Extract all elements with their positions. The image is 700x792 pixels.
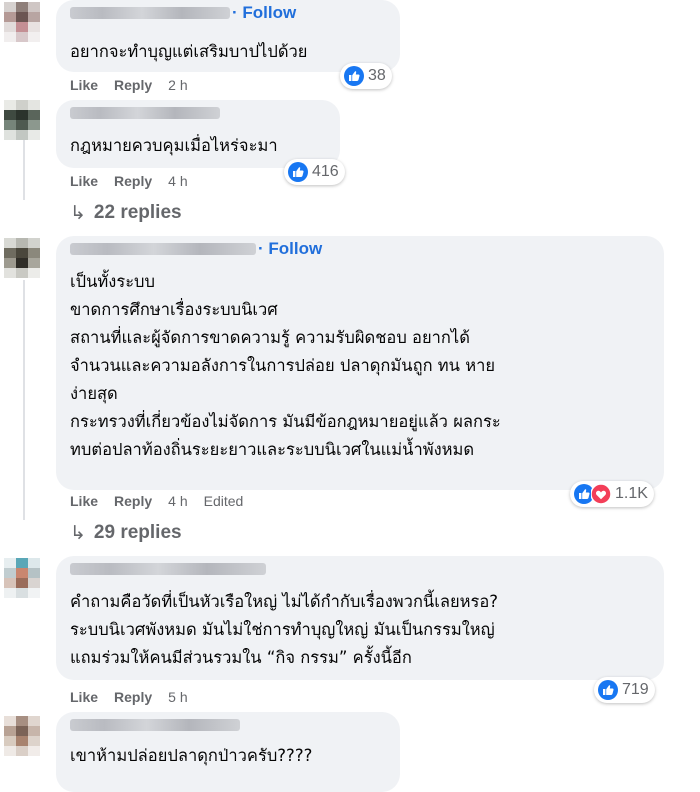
timestamp[interactable]: 4 h <box>168 493 187 509</box>
reply-arrow-icon: ↳ <box>70 202 86 224</box>
view-replies-link[interactable]: ↳ 29 replies <box>70 521 182 545</box>
comment-text: คำถามคือวัดที่เป็นหัวเรือใหญ่ ไม่ได้กำกั… <box>70 592 499 667</box>
comment-text: อยากจะทำบุญแต่เสริมบาปไปด้วย <box>70 42 308 61</box>
reply-button[interactable]: Reply <box>114 493 152 509</box>
reply-button[interactable]: Reply <box>114 173 152 189</box>
comment-bubble: คำถามคือวัดที่เป็นหัวเรือใหญ่ ไม่ได้กำกั… <box>56 556 664 680</box>
avatar[interactable] <box>4 2 42 42</box>
commenter-name[interactable] <box>70 562 266 576</box>
reaction-badge[interactable]: 38 <box>340 63 392 89</box>
edited-label: Edited <box>203 493 244 509</box>
avatar[interactable] <box>4 558 42 598</box>
comment-actions: Like Reply 5 h <box>70 688 204 706</box>
like-button[interactable]: Like <box>70 689 98 705</box>
like-button[interactable]: Like <box>70 173 98 189</box>
comment-actions: Like Reply 4 h <box>70 172 204 190</box>
timestamp[interactable]: 5 h <box>168 689 187 705</box>
commenter-name[interactable]: · Follow <box>70 239 322 259</box>
follow-button[interactable]: · Follow <box>232 3 296 23</box>
comment-bubble: กฎหมายควบคุมเมื่อไหร่จะมา <box>56 100 340 168</box>
reaction-badge[interactable]: 719 <box>594 677 655 703</box>
avatar[interactable] <box>4 100 42 140</box>
like-button[interactable]: Like <box>70 77 98 93</box>
comment-text: เป็นทั้งระบบ ขาดการศึกษาเรื่องระบบนิเวศ … <box>70 272 501 459</box>
love-icon <box>591 484 611 504</box>
commenter-name[interactable]: · Follow <box>70 3 296 23</box>
thread-line <box>23 280 25 520</box>
reaction-count: 1.1K <box>615 485 648 502</box>
timestamp[interactable]: 2 h <box>168 77 187 93</box>
like-icon <box>288 162 308 182</box>
replies-count[interactable]: 22 replies <box>94 202 182 224</box>
reaction-count: 38 <box>368 67 386 84</box>
follow-label[interactable]: Follow <box>242 3 296 22</box>
avatar[interactable] <box>4 238 42 278</box>
reaction-count: 719 <box>622 681 649 698</box>
reaction-count: 416 <box>312 163 339 180</box>
comment-actions: Like Reply 2 h <box>70 76 204 94</box>
like-button[interactable]: Like <box>70 493 98 509</box>
timestamp[interactable]: 4 h <box>168 173 187 189</box>
reply-button[interactable]: Reply <box>114 689 152 705</box>
replies-count[interactable]: 29 replies <box>94 522 182 544</box>
reaction-badge[interactable]: 416 <box>284 159 345 185</box>
avatar[interactable] <box>4 716 42 756</box>
commenter-name[interactable] <box>70 718 240 732</box>
follow-label[interactable]: Follow <box>268 239 322 258</box>
reply-button[interactable]: Reply <box>114 77 152 93</box>
comment-text: เขาห้ามปล่อยปลาดุกป่าวครับ???? <box>70 746 313 765</box>
comment-bubble: · Follow อยากจะทำบุญแต่เสริมบาปไปด้วย <box>56 0 400 72</box>
like-icon <box>344 66 364 86</box>
like-icon <box>598 680 618 700</box>
comment-actions: Like Reply 4 h Edited <box>70 492 259 510</box>
comment-bubble: เขาห้ามปล่อยปลาดุกป่าวครับ???? <box>56 712 400 792</box>
view-replies-link[interactable]: ↳ 22 replies <box>70 201 182 225</box>
follow-button[interactable]: · Follow <box>258 239 322 259</box>
comment-text: กฎหมายควบคุมเมื่อไหร่จะมา <box>70 136 278 155</box>
thread-line <box>23 140 25 200</box>
reply-arrow-icon: ↳ <box>70 522 86 544</box>
comment-bubble: · Follow เป็นทั้งระบบ ขาดการศึกษาเรื่องร… <box>56 236 664 490</box>
reaction-badge[interactable]: 1.1K <box>570 481 654 507</box>
commenter-name[interactable] <box>70 106 220 120</box>
